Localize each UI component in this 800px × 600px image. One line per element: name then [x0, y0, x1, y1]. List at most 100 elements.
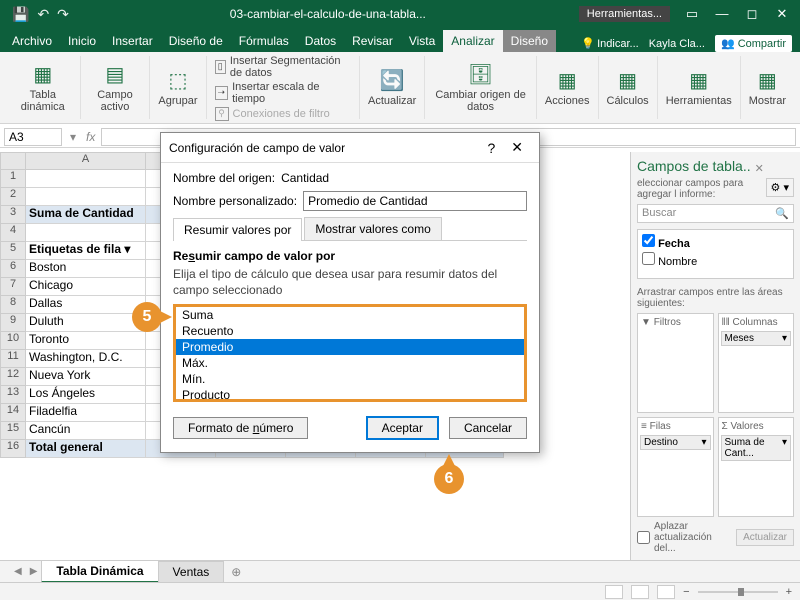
ribbon-actualizar[interactable]: 🔄Actualizar: [360, 56, 425, 119]
row-header[interactable]: 16: [0, 440, 26, 458]
row-header[interactable]: 3: [0, 206, 26, 224]
insert-slicer[interactable]: ▯Insertar Segmentación de datos: [215, 55, 352, 79]
function-listbox[interactable]: SumaRecuentoPromedioMáx.Mín.Producto: [173, 304, 527, 402]
area-filtros[interactable]: ▼ Filtros: [637, 313, 714, 413]
cell[interactable]: Boston: [26, 260, 146, 278]
tab-datos[interactable]: Datos: [297, 30, 344, 52]
insert-timeline[interactable]: ➝Insertar escala de tiempo: [215, 81, 352, 105]
cell[interactable]: Filadelfia: [26, 404, 146, 422]
maximize-icon[interactable]: ◻: [738, 6, 766, 22]
cell[interactable]: [26, 188, 146, 206]
number-format-button[interactable]: Formato de número: [173, 417, 308, 439]
ribbon-mostrar[interactable]: ▦Mostrar: [741, 56, 794, 119]
row-header[interactable]: 6: [0, 260, 26, 278]
function-option-máx[interactable]: Máx.: [176, 355, 524, 371]
tell-me[interactable]: Indicar...: [581, 37, 638, 50]
function-option-promedio[interactable]: Promedio: [176, 339, 524, 355]
dialog-close-icon[interactable]: ✕: [503, 139, 531, 156]
accept-button[interactable]: Aceptar: [366, 416, 439, 440]
area-filas[interactable]: ≡ FilasDestino▾: [637, 417, 714, 517]
ribbon-cambiar-origen[interactable]: 🗄Cambiar origen de datos: [425, 56, 537, 119]
function-option-mín[interactable]: Mín.: [176, 371, 524, 387]
share-button[interactable]: 👥 Compartir: [715, 35, 792, 52]
sheet-tab-tabla-dinamica[interactable]: Tabla Dinámica: [41, 560, 158, 583]
select-all-corner[interactable]: [0, 152, 26, 170]
tab-vista[interactable]: Vista: [401, 30, 443, 52]
custom-name-input[interactable]: [303, 191, 527, 211]
minimize-icon[interactable]: —: [708, 6, 736, 22]
row-header[interactable]: 5: [0, 242, 26, 260]
cell[interactable]: [26, 224, 146, 242]
dialog-tab-show-as[interactable]: Mostrar valores como: [304, 217, 441, 240]
namebox-dropdown[interactable]: ▾: [66, 130, 80, 144]
function-option-producto[interactable]: Producto: [176, 387, 524, 402]
gear-icon[interactable]: ⚙ ▾: [766, 178, 794, 197]
row-header[interactable]: 4: [0, 224, 26, 242]
ribbon-agrupar[interactable]: ⬚Agrupar: [150, 56, 206, 119]
row-header[interactable]: 8: [0, 296, 26, 314]
tab-diseno[interactable]: Diseño: [503, 30, 556, 52]
field-fecha[interactable]: Fecha: [642, 234, 789, 250]
redo-icon[interactable]: ↷: [57, 6, 69, 23]
view-layout-icon[interactable]: [631, 585, 649, 599]
close-icon[interactable]: ✕: [768, 6, 796, 22]
undo-icon[interactable]: ↶: [37, 6, 49, 23]
field-search[interactable]: Buscar🔍: [637, 204, 794, 223]
row-header[interactable]: 2: [0, 188, 26, 206]
ribbon-acciones[interactable]: ▦Acciones: [537, 56, 599, 119]
cell[interactable]: [26, 170, 146, 188]
zoom-slider[interactable]: [698, 591, 778, 593]
cell[interactable]: Dallas: [26, 296, 146, 314]
row-field-destino[interactable]: Destino▾: [640, 435, 711, 450]
ribbon-tabla-dinamica[interactable]: ▦Tabla dinámica: [6, 56, 81, 119]
user-name[interactable]: Kayla Cla...: [649, 38, 705, 50]
row-header[interactable]: 9: [0, 314, 26, 332]
dialog-tab-summarize[interactable]: Resumir valores por: [173, 218, 302, 241]
tab-analizar[interactable]: Analizar: [443, 30, 502, 52]
add-sheet-icon[interactable]: ⊕: [223, 565, 249, 579]
dialog-help-icon[interactable]: ?: [479, 140, 503, 156]
cell[interactable]: Los Ángeles: [26, 386, 146, 404]
fx-icon[interactable]: fx: [80, 130, 101, 144]
cancel-button[interactable]: Cancelar: [449, 417, 527, 439]
cell[interactable]: Duluth: [26, 314, 146, 332]
row-header[interactable]: 10: [0, 332, 26, 350]
view-pagebreak-icon[interactable]: [657, 585, 675, 599]
ribbon-herramientas[interactable]: ▦Herramientas: [658, 56, 741, 119]
row-header[interactable]: 11: [0, 350, 26, 368]
area-valores[interactable]: Σ ValoresSuma de Cant...▾: [718, 417, 795, 517]
ribbon-calculos[interactable]: ▦Cálculos: [599, 56, 658, 119]
tab-revisar[interactable]: Revisar: [344, 30, 401, 52]
cell[interactable]: Suma de Cantidad: [26, 206, 146, 224]
row-header[interactable]: 1: [0, 170, 26, 188]
defer-checkbox[interactable]: [637, 531, 650, 544]
tab-diseno-pagina[interactable]: Diseño de: [161, 30, 231, 52]
save-icon[interactable]: 💾: [12, 6, 29, 23]
name-box[interactable]: [4, 128, 62, 146]
cell[interactable]: Etiquetas de fila ▾: [26, 242, 146, 260]
row-header[interactable]: 15: [0, 422, 26, 440]
tab-archivo[interactable]: Archivo: [4, 30, 60, 52]
row-header[interactable]: 13: [0, 386, 26, 404]
sheet-tab-ventas[interactable]: Ventas: [158, 561, 225, 582]
col-header-a[interactable]: A: [26, 152, 146, 170]
cell[interactable]: Total general: [26, 440, 146, 458]
zoom-out-icon[interactable]: −: [683, 586, 689, 598]
filter-connections[interactable]: ⚲Conexiones de filtro: [215, 107, 352, 121]
col-field-meses[interactable]: Meses▾: [721, 331, 792, 346]
cell[interactable]: Washington, D.C.: [26, 350, 146, 368]
tab-inicio[interactable]: Inicio: [60, 30, 104, 52]
row-header[interactable]: 7: [0, 278, 26, 296]
zoom-in-icon[interactable]: +: [786, 586, 792, 598]
function-option-suma[interactable]: Suma: [176, 307, 524, 323]
cell[interactable]: Toronto: [26, 332, 146, 350]
view-normal-icon[interactable]: [605, 585, 623, 599]
field-pane-close-icon[interactable]: ✕: [755, 162, 764, 175]
sheet-nav-prev[interactable]: ◀: [10, 566, 26, 577]
ribbon-options-icon[interactable]: ▭: [678, 6, 706, 22]
row-header[interactable]: 14: [0, 404, 26, 422]
area-columnas[interactable]: ‖‖ ColumnasMeses▾: [718, 313, 795, 413]
row-header[interactable]: 12: [0, 368, 26, 386]
function-option-recuento[interactable]: Recuento: [176, 323, 524, 339]
ribbon-campo-activo[interactable]: ▤Campo activo: [81, 56, 151, 119]
